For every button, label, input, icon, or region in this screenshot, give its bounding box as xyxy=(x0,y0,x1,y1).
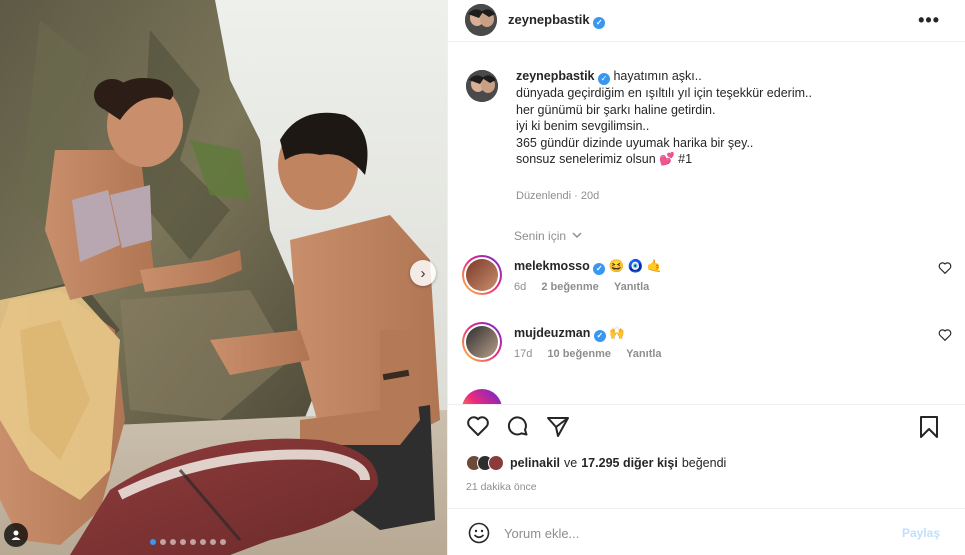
likes-connector: ve xyxy=(564,456,578,470)
liker-username[interactable]: pelinakil xyxy=(510,456,560,470)
comment-username: melekmosso ✓ 😆 🧿 🤙 xyxy=(514,259,663,275)
caption-text: zeynepbastik ✓ hayatımın aşkı.. dünyada … xyxy=(516,68,926,168)
post-photo[interactable]: › xyxy=(0,0,447,555)
post-actions-bar xyxy=(448,404,965,450)
comment-username: mujdeuzman ✓ 🙌 xyxy=(514,326,625,342)
chevron-down-icon xyxy=(572,232,582,239)
caption-line: iyi ki benim sevgilimsin.. xyxy=(516,119,650,133)
verified-badge-icon: ✓ xyxy=(593,17,606,29)
caption-line: hayatımın aşkı.. xyxy=(613,69,702,83)
tagged-users-button[interactable] xyxy=(4,523,28,547)
comment-age: 6d xyxy=(514,281,527,293)
comment-input[interactable] xyxy=(504,522,884,544)
beach-photo-illustration xyxy=(0,0,447,555)
edited-label: Düzenlendi xyxy=(516,190,572,202)
avatar[interactable] xyxy=(462,389,502,404)
avatar[interactable] xyxy=(462,255,502,295)
comment-sort-label: Senin için xyxy=(514,229,567,243)
carousel-dot xyxy=(170,539,176,545)
carousel-dot xyxy=(150,539,156,545)
comment-text: 😆 🧿 🤙 xyxy=(608,259,663,273)
heart-icon[interactable] xyxy=(938,261,952,274)
caption-meta: Düzenlendi · 20d xyxy=(516,190,600,202)
caption-line: her günümü bir şarkı haline getirdin. xyxy=(516,102,716,117)
carousel-dot xyxy=(180,539,186,545)
comment-age: 17d xyxy=(514,348,533,360)
chevron-right-icon: › xyxy=(420,264,426,282)
comment-item: mujdeuzman ✓ 🙌 17d 10 beğenme Yanıtla xyxy=(462,322,952,378)
avatar xyxy=(488,455,504,471)
comment-likes[interactable]: 10 beğenme xyxy=(547,348,611,360)
carousel-dot xyxy=(200,539,206,545)
verified-badge-icon: ✓ xyxy=(593,330,606,342)
post-author-username[interactable]: zeynepbastik ✓ xyxy=(508,12,606,29)
carousel-dot xyxy=(190,539,196,545)
carousel-dot xyxy=(220,539,226,545)
heart-icon[interactable] xyxy=(938,328,952,341)
avatar[interactable] xyxy=(465,4,497,36)
reply-button[interactable]: Yanıtla xyxy=(614,281,649,293)
comment-item: melekmosso ✓ 😆 🧿 🤙 6d 2 beğenme Yanıtla xyxy=(462,255,952,311)
comment-meta: 17d 10 beğenme Yanıtla xyxy=(514,348,674,360)
carousel-next-button[interactable]: › xyxy=(410,260,436,286)
caption-line: sonsuz senelerimiz olsun 💕 #1 xyxy=(516,152,693,166)
liker-avatars xyxy=(466,455,504,471)
caption-author-username[interactable]: zeynepbastik xyxy=(516,69,595,83)
bookmark-icon[interactable] xyxy=(918,415,940,439)
user-icon xyxy=(11,530,21,540)
post-side-panel: zeynepbastik ✓ ••• zeynepbastik ✓ hayatı… xyxy=(447,0,965,555)
smiley-icon[interactable] xyxy=(468,522,490,544)
comment-text: 🙌 xyxy=(609,326,625,340)
likes-count[interactable]: 17.295 diğer kişi xyxy=(581,456,678,470)
verified-badge-icon: ✓ xyxy=(598,73,610,85)
heart-icon[interactable] xyxy=(466,415,490,437)
caption-line: dünyada geçirdiğim en ışıltılı yıl için … xyxy=(516,86,812,100)
edited-time: 20d xyxy=(580,190,600,202)
comment-likes[interactable]: 2 beğenme xyxy=(541,281,598,293)
post-comment-button[interactable]: Paylaş xyxy=(902,526,940,540)
caption-line: 365 gündür dizinde uyumak harika bir şey… xyxy=(516,135,754,150)
carousel-indicator xyxy=(150,539,226,545)
comment-icon[interactable] xyxy=(506,415,530,439)
likes-suffix: beğendi xyxy=(681,456,727,470)
comment-item xyxy=(462,389,952,404)
reply-button[interactable]: Yanıtla xyxy=(626,348,661,360)
comment-sort-dropdown[interactable]: Senin için xyxy=(514,229,582,243)
carousel-dot xyxy=(210,539,216,545)
avatar[interactable] xyxy=(462,322,502,362)
more-horizontal-icon[interactable]: ••• xyxy=(918,10,940,31)
likes-summary: pelinakil ve 17.295 diğer kişi beğendi xyxy=(466,455,726,471)
post-timestamp[interactable]: 21 dakika önce xyxy=(466,481,537,493)
comment-meta: 6d 2 beğenme Yanıtla xyxy=(514,281,661,293)
add-comment-bar: Paylaş xyxy=(448,508,965,555)
avatar[interactable] xyxy=(466,70,498,102)
send-icon[interactable] xyxy=(546,415,570,439)
carousel-dot xyxy=(160,539,166,545)
post-header: zeynepbastik ✓ ••• xyxy=(448,0,965,42)
verified-badge-icon: ✓ xyxy=(593,263,606,275)
